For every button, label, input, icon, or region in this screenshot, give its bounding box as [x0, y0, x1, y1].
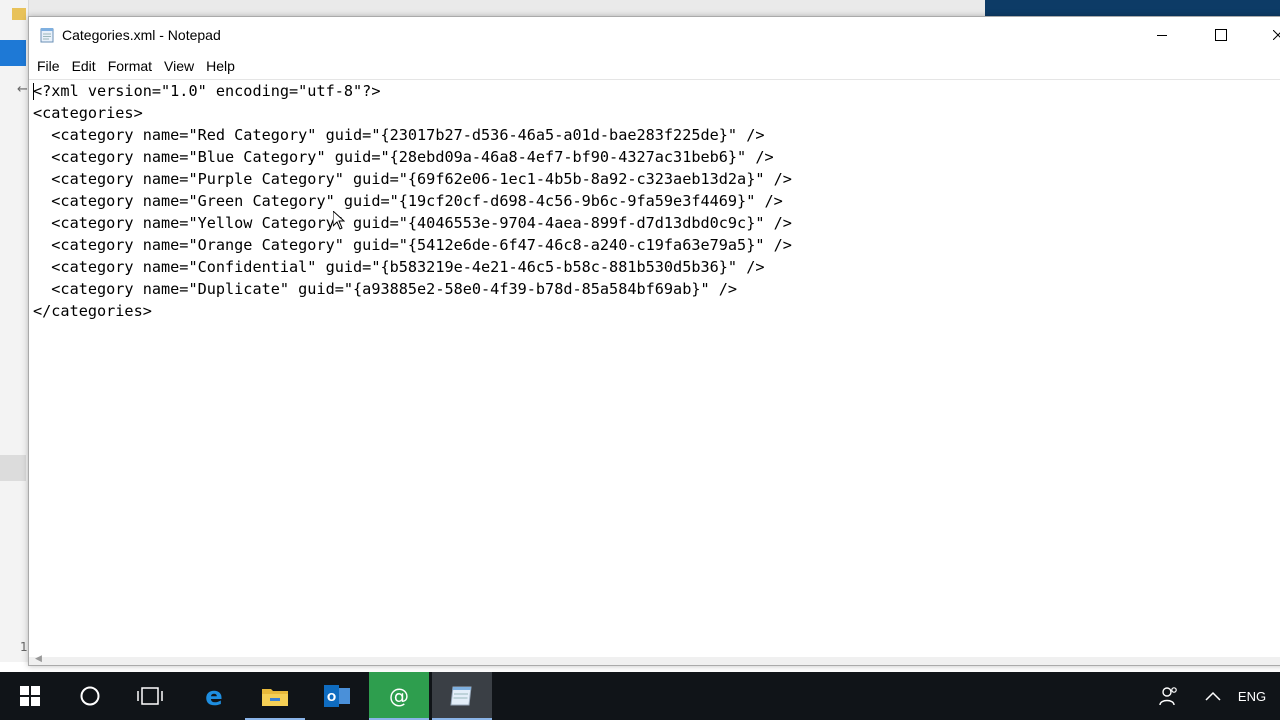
background-number: 1: [20, 640, 28, 654]
people-icon: [1159, 687, 1177, 706]
editor-line: <category name="Confidential" guid="{b58…: [33, 258, 765, 276]
menu-edit[interactable]: Edit: [66, 58, 102, 74]
close-button[interactable]: [1255, 17, 1280, 53]
editor-line: <category name="Blue Category" guid="{28…: [33, 148, 774, 166]
input-language-indicator[interactable]: ENG: [1232, 672, 1272, 720]
minimize-button[interactable]: [1139, 17, 1185, 53]
taskbar: e O @ ENG: [0, 672, 1280, 720]
maximize-button[interactable]: [1198, 17, 1244, 53]
svg-text:O: O: [327, 691, 336, 704]
taskbar-file-explorer[interactable]: [245, 672, 305, 720]
at-sign-icon: @: [389, 684, 409, 708]
background-selected-item: [0, 40, 26, 66]
taskbar-notepad[interactable]: [432, 672, 492, 720]
folder-icon: [262, 689, 288, 706]
menu-format[interactable]: Format: [102, 58, 158, 74]
back-arrow-icon: ←: [17, 82, 28, 97]
windows-logo-icon: [20, 686, 40, 706]
text-caret: [33, 83, 34, 100]
background-hover-item: [0, 455, 26, 481]
folder-icon: [12, 8, 26, 20]
window-title: Categories.xml - Notepad: [62, 27, 221, 43]
menu-bar: File Edit Format View Help: [29, 53, 1280, 79]
editor-line: <category name="Red Category" guid="{230…: [33, 126, 765, 144]
editor-line: <category name="Duplicate" guid="{a93885…: [33, 280, 738, 298]
cortana-circle-icon: [80, 686, 100, 706]
close-icon: [1273, 30, 1280, 40]
svg-text:@: @: [389, 684, 409, 708]
editor-line: <?xml version="1.0" encoding="utf-8"?>: [33, 82, 381, 100]
editor-line: </categories>: [33, 302, 152, 320]
text-editor[interactable]: <?xml version="1.0" encoding="utf-8"?> <c…: [29, 79, 1280, 665]
outlook-icon: O: [324, 685, 350, 707]
show-hidden-icons-button[interactable]: [1198, 672, 1228, 720]
search-button[interactable]: [60, 672, 120, 720]
start-button[interactable]: [0, 672, 60, 720]
task-view-icon: [137, 687, 163, 705]
editor-line: <category name="Green Category" guid="{1…: [33, 192, 783, 210]
menu-help[interactable]: Help: [200, 58, 241, 74]
maximize-icon: [1215, 29, 1227, 41]
taskbar-outlook[interactable]: O: [307, 672, 367, 720]
notepad-window[interactable]: Categories.xml - Notepad File Edit Forma…: [28, 16, 1280, 666]
editor-line: <category name="Purple Category" guid="{…: [33, 170, 792, 188]
scroll-left-icon[interactable]: ◀: [35, 654, 42, 664]
editor-content[interactable]: <?xml version="1.0" encoding="utf-8"?> <c…: [33, 80, 792, 322]
people-button[interactable]: [1152, 672, 1186, 720]
notepad-icon: [40, 28, 54, 43]
svg-text:e: e: [205, 683, 223, 709]
title-bar[interactable]: Categories.xml - Notepad: [29, 17, 1280, 53]
background-window-edge: [28, 0, 985, 16]
edge-icon: e: [205, 683, 223, 709]
editor-line: <category name="Yellow Category" guid="{…: [33, 214, 792, 232]
menu-view[interactable]: View: [158, 58, 200, 74]
task-view-button[interactable]: [120, 672, 180, 720]
background-window: ← 1: [0, 0, 29, 662]
taskbar-edge[interactable]: e: [184, 672, 244, 720]
minimize-icon: [1157, 34, 1167, 36]
chevron-up-icon: [1205, 691, 1221, 701]
editor-line: <category name="Orange Category" guid="{…: [33, 236, 792, 254]
editor-line: <categories>: [33, 104, 143, 122]
notepad-icon: [450, 686, 472, 706]
horizontal-scrollbar[interactable]: ◀: [29, 654, 1280, 665]
menu-file[interactable]: File: [31, 58, 66, 74]
taskbar-mail-app[interactable]: @: [369, 672, 429, 720]
